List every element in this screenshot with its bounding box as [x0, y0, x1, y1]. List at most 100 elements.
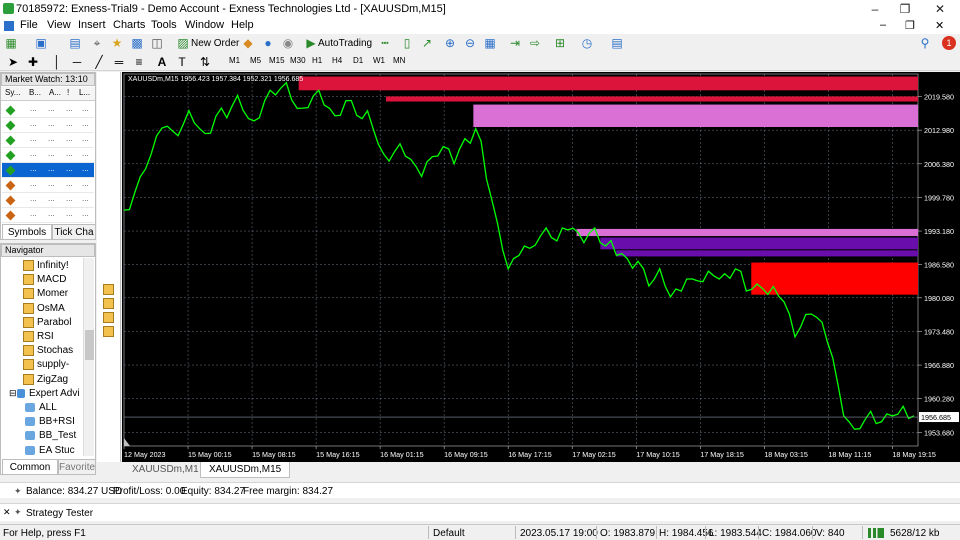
- bar-chart-icon[interactable]: ┅: [378, 36, 392, 50]
- market-watch-row[interactable]: ............: [2, 148, 94, 163]
- navigator-indicator-item[interactable]: MACD: [23, 274, 66, 286]
- market-watch-row[interactable]: ............: [2, 178, 94, 193]
- collapse-icon[interactable]: ⊟: [9, 388, 17, 399]
- periods-icon[interactable]: ◷: [580, 36, 594, 50]
- data-window-icon[interactable]: ⌖: [90, 36, 104, 50]
- zoom-in-icon[interactable]: ⊕: [443, 36, 457, 50]
- autoscroll-icon[interactable]: ⇨: [528, 36, 542, 50]
- tab-common[interactable]: Common: [2, 459, 58, 475]
- navigator-indicator-item[interactable]: ZigZag: [23, 373, 68, 385]
- new-order-icon[interactable]: ▨: [176, 36, 190, 50]
- market-watch-icon[interactable]: ▤: [68, 36, 82, 50]
- label-icon[interactable]: T: [175, 55, 189, 69]
- tile-windows-icon[interactable]: ▦: [483, 36, 497, 50]
- autotrading-button[interactable]: AutoTrading: [318, 38, 372, 49]
- line-chart-icon[interactable]: ↗: [420, 36, 434, 50]
- notification-badge[interactable]: 1: [942, 36, 956, 50]
- indicators-icon[interactable]: ⊞: [553, 36, 567, 50]
- timeframe-mn[interactable]: MN: [393, 56, 405, 65]
- timeframe-m1[interactable]: M1: [229, 56, 240, 65]
- templates-icon[interactable]: ▤: [610, 36, 624, 50]
- strategy-tester-bar[interactable]: ✕ ✦ Strategy Tester: [0, 503, 960, 521]
- tab-symbols[interactable]: Symbols: [2, 224, 52, 240]
- timeframe-m30[interactable]: M30: [290, 56, 306, 65]
- col-symbol[interactable]: Sy...: [5, 88, 20, 97]
- navigator-indicator-item[interactable]: RSI: [23, 331, 54, 342]
- strategy-tester-label[interactable]: Strategy Tester: [26, 508, 93, 519]
- col-last[interactable]: L...: [79, 88, 90, 97]
- market-watch-row[interactable]: ............: [2, 163, 94, 178]
- signals-icon[interactable]: ●: [261, 36, 275, 50]
- new-chart-icon[interactable]: ▦: [4, 36, 18, 50]
- navigator-indicator-item[interactable]: Stochas: [23, 345, 73, 357]
- chart-tab-m1[interactable]: XAUUSDm,M1: [124, 462, 207, 478]
- menu-file[interactable]: File: [20, 19, 38, 31]
- col-spread[interactable]: !: [67, 88, 69, 97]
- navigator-indicator-item[interactable]: Momer: [23, 288, 68, 300]
- close-icon[interactable]: ✕: [925, 0, 955, 18]
- metaeditor-icon[interactable]: ◆: [241, 36, 255, 50]
- strip-icon-4[interactable]: [103, 326, 114, 337]
- trendline-icon[interactable]: ╱: [92, 55, 106, 69]
- cursor-icon[interactable]: ➤: [6, 55, 20, 69]
- crosshair-icon[interactable]: ✚: [26, 55, 40, 69]
- strip-icon-3[interactable]: [103, 312, 114, 323]
- text-icon[interactable]: A: [155, 55, 169, 69]
- navigator-expert-item[interactable]: ALL: [25, 402, 57, 413]
- fibonacci-icon[interactable]: ≡: [132, 55, 146, 69]
- navigator-scrollbar[interactable]: [83, 258, 94, 456]
- menu-tools[interactable]: Tools: [151, 19, 177, 31]
- timeframe-m15[interactable]: M15: [269, 56, 285, 65]
- profiles-icon[interactable]: ▣: [34, 36, 48, 50]
- menu-charts[interactable]: Charts: [113, 19, 145, 31]
- col-bid[interactable]: B...: [29, 88, 41, 97]
- timeframe-w1[interactable]: W1: [373, 56, 385, 65]
- timeframe-h4[interactable]: H4: [332, 56, 342, 65]
- timeframe-d1[interactable]: D1: [353, 56, 363, 65]
- market-icon[interactable]: ◉: [281, 36, 295, 50]
- restore-icon[interactable]: ❐: [890, 0, 920, 18]
- menu-window[interactable]: Window: [185, 19, 224, 31]
- menu-insert[interactable]: Insert: [78, 19, 106, 31]
- strip-icon-2[interactable]: [103, 298, 114, 309]
- chart-window[interactable]: 2019.580 2012.980 2006.380 1999.780 1993.180…: [122, 72, 960, 462]
- mdi-close-icon[interactable]: ✕: [935, 19, 944, 32]
- channel-icon[interactable]: ═: [112, 55, 126, 69]
- navigator-indicator-item[interactable]: Infinity!: [23, 260, 69, 271]
- search-icon[interactable]: ⚲: [918, 36, 932, 50]
- terminal-icon[interactable]: ▩: [130, 36, 144, 50]
- market-watch-row[interactable]: ............: [2, 193, 94, 208]
- menu-help[interactable]: Help: [231, 19, 254, 31]
- price-chart[interactable]: 2019.580 2012.980 2006.380 1999.780 1993.180…: [122, 72, 960, 462]
- vertical-line-icon[interactable]: │: [50, 55, 64, 69]
- market-watch-row[interactable]: ............: [2, 208, 94, 223]
- autotrading-icon[interactable]: ▶: [304, 36, 318, 50]
- mdi-minimize-icon[interactable]: –: [880, 19, 886, 31]
- navigator-expert-item[interactable]: BB+RSI: [25, 416, 75, 427]
- tab-tick-chart[interactable]: Tick Cha: [52, 224, 96, 240]
- strip-icon-1[interactable]: [103, 284, 114, 295]
- navigator-icon[interactable]: ★: [110, 36, 124, 50]
- col-ask[interactable]: A...: [49, 88, 61, 97]
- minimize-icon[interactable]: –: [860, 0, 890, 18]
- market-watch-row[interactable]: ............: [2, 103, 94, 118]
- candlestick-icon[interactable]: ▯: [400, 36, 414, 50]
- navigator-expert-folder[interactable]: ⊟ Expert Advi: [9, 388, 80, 399]
- arrows-icon[interactable]: ⇅: [198, 55, 212, 69]
- navigator-indicator-item[interactable]: OsMA: [23, 302, 65, 314]
- navigator-expert-item[interactable]: EA Stuc: [25, 445, 75, 456]
- chart-shift-icon[interactable]: ⇥: [508, 36, 522, 50]
- menu-view[interactable]: View: [47, 19, 71, 31]
- timeframe-m5[interactable]: M5: [250, 56, 261, 65]
- market-watch-row[interactable]: ............: [2, 118, 94, 133]
- tab-favorites[interactable]: Favorite: [58, 459, 96, 475]
- navigator-indicator-item[interactable]: Parabol: [23, 316, 71, 328]
- zoom-out-icon[interactable]: ⊖: [463, 36, 477, 50]
- navigator-indicator-item[interactable]: supply-: [23, 359, 69, 371]
- strategy-tester-icon[interactable]: ◫: [150, 36, 164, 50]
- chart-tab-m15[interactable]: XAUUSDm,M15: [200, 462, 291, 478]
- navigator-expert-item[interactable]: BB_Test: [25, 430, 76, 441]
- mdi-restore-icon[interactable]: ❐: [905, 19, 915, 32]
- horizontal-line-icon[interactable]: ─: [70, 55, 84, 69]
- scroll-thumb[interactable]: [85, 330, 94, 360]
